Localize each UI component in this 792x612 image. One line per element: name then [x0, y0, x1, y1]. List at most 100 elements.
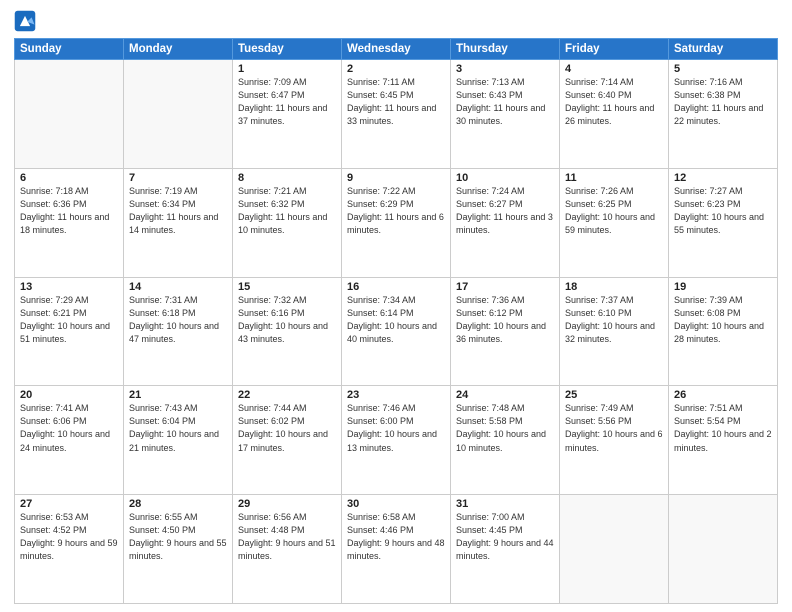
calendar-cell: 5Sunrise: 7:16 AM Sunset: 6:38 PM Daylig… [669, 60, 778, 169]
day-number: 7 [129, 172, 227, 184]
day-detail: Sunrise: 7:00 AM Sunset: 4:45 PM Dayligh… [456, 511, 554, 563]
calendar-cell: 15Sunrise: 7:32 AM Sunset: 6:16 PM Dayli… [233, 277, 342, 386]
day-number: 30 [347, 498, 445, 510]
day-detail: Sunrise: 7:51 AM Sunset: 5:54 PM Dayligh… [674, 402, 772, 454]
day-number: 14 [129, 281, 227, 293]
calendar-cell: 4Sunrise: 7:14 AM Sunset: 6:40 PM Daylig… [560, 60, 669, 169]
day-number: 23 [347, 389, 445, 401]
day-detail: Sunrise: 7:44 AM Sunset: 6:02 PM Dayligh… [238, 402, 336, 454]
day-detail: Sunrise: 7:31 AM Sunset: 6:18 PM Dayligh… [129, 294, 227, 346]
day-detail: Sunrise: 7:21 AM Sunset: 6:32 PM Dayligh… [238, 185, 336, 237]
day-number: 8 [238, 172, 336, 184]
calendar-cell [669, 495, 778, 604]
day-number: 31 [456, 498, 554, 510]
day-number: 19 [674, 281, 772, 293]
weekday-sunday: Sunday [15, 39, 124, 60]
day-number: 2 [347, 63, 445, 75]
calendar-cell: 1Sunrise: 7:09 AM Sunset: 6:47 PM Daylig… [233, 60, 342, 169]
day-number: 28 [129, 498, 227, 510]
calendar-cell: 26Sunrise: 7:51 AM Sunset: 5:54 PM Dayli… [669, 386, 778, 495]
page-header [14, 10, 778, 32]
calendar-cell: 29Sunrise: 6:56 AM Sunset: 4:48 PM Dayli… [233, 495, 342, 604]
calendar-cell: 13Sunrise: 7:29 AM Sunset: 6:21 PM Dayli… [15, 277, 124, 386]
calendar-cell: 16Sunrise: 7:34 AM Sunset: 6:14 PM Dayli… [342, 277, 451, 386]
calendar-cell: 30Sunrise: 6:58 AM Sunset: 4:46 PM Dayli… [342, 495, 451, 604]
calendar-cell: 12Sunrise: 7:27 AM Sunset: 6:23 PM Dayli… [669, 168, 778, 277]
day-number: 6 [20, 172, 118, 184]
day-detail: Sunrise: 7:41 AM Sunset: 6:06 PM Dayligh… [20, 402, 118, 454]
weekday-monday: Monday [124, 39, 233, 60]
day-detail: Sunrise: 7:19 AM Sunset: 6:34 PM Dayligh… [129, 185, 227, 237]
weekday-saturday: Saturday [669, 39, 778, 60]
calendar-cell: 27Sunrise: 6:53 AM Sunset: 4:52 PM Dayli… [15, 495, 124, 604]
day-detail: Sunrise: 7:29 AM Sunset: 6:21 PM Dayligh… [20, 294, 118, 346]
calendar-cell: 8Sunrise: 7:21 AM Sunset: 6:32 PM Daylig… [233, 168, 342, 277]
calendar-cell: 20Sunrise: 7:41 AM Sunset: 6:06 PM Dayli… [15, 386, 124, 495]
weekday-friday: Friday [560, 39, 669, 60]
calendar-cell: 25Sunrise: 7:49 AM Sunset: 5:56 PM Dayli… [560, 386, 669, 495]
calendar-body: 1Sunrise: 7:09 AM Sunset: 6:47 PM Daylig… [15, 60, 778, 604]
calendar-cell [560, 495, 669, 604]
day-detail: Sunrise: 6:56 AM Sunset: 4:48 PM Dayligh… [238, 511, 336, 563]
day-number: 26 [674, 389, 772, 401]
day-detail: Sunrise: 7:16 AM Sunset: 6:38 PM Dayligh… [674, 76, 772, 128]
weekday-thursday: Thursday [451, 39, 560, 60]
day-detail: Sunrise: 7:36 AM Sunset: 6:12 PM Dayligh… [456, 294, 554, 346]
day-detail: Sunrise: 7:27 AM Sunset: 6:23 PM Dayligh… [674, 185, 772, 237]
day-detail: Sunrise: 7:22 AM Sunset: 6:29 PM Dayligh… [347, 185, 445, 237]
day-number: 11 [565, 172, 663, 184]
calendar-cell: 24Sunrise: 7:48 AM Sunset: 5:58 PM Dayli… [451, 386, 560, 495]
calendar-week-2: 13Sunrise: 7:29 AM Sunset: 6:21 PM Dayli… [15, 277, 778, 386]
day-number: 29 [238, 498, 336, 510]
calendar-cell: 28Sunrise: 6:55 AM Sunset: 4:50 PM Dayli… [124, 495, 233, 604]
calendar-week-3: 20Sunrise: 7:41 AM Sunset: 6:06 PM Dayli… [15, 386, 778, 495]
day-detail: Sunrise: 7:46 AM Sunset: 6:00 PM Dayligh… [347, 402, 445, 454]
calendar-cell: 7Sunrise: 7:19 AM Sunset: 6:34 PM Daylig… [124, 168, 233, 277]
day-number: 22 [238, 389, 336, 401]
calendar-cell: 21Sunrise: 7:43 AM Sunset: 6:04 PM Dayli… [124, 386, 233, 495]
day-detail: Sunrise: 7:48 AM Sunset: 5:58 PM Dayligh… [456, 402, 554, 454]
calendar-cell: 10Sunrise: 7:24 AM Sunset: 6:27 PM Dayli… [451, 168, 560, 277]
calendar-cell [124, 60, 233, 169]
day-number: 10 [456, 172, 554, 184]
calendar-cell: 17Sunrise: 7:36 AM Sunset: 6:12 PM Dayli… [451, 277, 560, 386]
calendar-header: SundayMondayTuesdayWednesdayThursdayFrid… [15, 39, 778, 60]
day-detail: Sunrise: 6:53 AM Sunset: 4:52 PM Dayligh… [20, 511, 118, 563]
calendar-week-1: 6Sunrise: 7:18 AM Sunset: 6:36 PM Daylig… [15, 168, 778, 277]
day-detail: Sunrise: 6:58 AM Sunset: 4:46 PM Dayligh… [347, 511, 445, 563]
day-number: 17 [456, 281, 554, 293]
calendar-cell: 3Sunrise: 7:13 AM Sunset: 6:43 PM Daylig… [451, 60, 560, 169]
day-detail: Sunrise: 7:18 AM Sunset: 6:36 PM Dayligh… [20, 185, 118, 237]
calendar-cell: 19Sunrise: 7:39 AM Sunset: 6:08 PM Dayli… [669, 277, 778, 386]
day-number: 20 [20, 389, 118, 401]
weekday-tuesday: Tuesday [233, 39, 342, 60]
calendar-table: SundayMondayTuesdayWednesdayThursdayFrid… [14, 38, 778, 604]
day-number: 4 [565, 63, 663, 75]
day-detail: Sunrise: 7:13 AM Sunset: 6:43 PM Dayligh… [456, 76, 554, 128]
calendar-cell: 23Sunrise: 7:46 AM Sunset: 6:00 PM Dayli… [342, 386, 451, 495]
day-detail: Sunrise: 7:09 AM Sunset: 6:47 PM Dayligh… [238, 76, 336, 128]
calendar-cell: 31Sunrise: 7:00 AM Sunset: 4:45 PM Dayli… [451, 495, 560, 604]
day-detail: Sunrise: 7:49 AM Sunset: 5:56 PM Dayligh… [565, 402, 663, 454]
logo-icon [14, 10, 36, 32]
weekday-wednesday: Wednesday [342, 39, 451, 60]
calendar-cell: 9Sunrise: 7:22 AM Sunset: 6:29 PM Daylig… [342, 168, 451, 277]
day-detail: Sunrise: 7:37 AM Sunset: 6:10 PM Dayligh… [565, 294, 663, 346]
calendar-week-4: 27Sunrise: 6:53 AM Sunset: 4:52 PM Dayli… [15, 495, 778, 604]
day-detail: Sunrise: 7:43 AM Sunset: 6:04 PM Dayligh… [129, 402, 227, 454]
day-detail: Sunrise: 7:32 AM Sunset: 6:16 PM Dayligh… [238, 294, 336, 346]
day-number: 25 [565, 389, 663, 401]
day-number: 1 [238, 63, 336, 75]
day-number: 24 [456, 389, 554, 401]
day-number: 15 [238, 281, 336, 293]
day-detail: Sunrise: 7:39 AM Sunset: 6:08 PM Dayligh… [674, 294, 772, 346]
calendar-cell: 11Sunrise: 7:26 AM Sunset: 6:25 PM Dayli… [560, 168, 669, 277]
day-number: 18 [565, 281, 663, 293]
day-number: 27 [20, 498, 118, 510]
logo [14, 10, 38, 32]
calendar-cell: 2Sunrise: 7:11 AM Sunset: 6:45 PM Daylig… [342, 60, 451, 169]
day-detail: Sunrise: 7:34 AM Sunset: 6:14 PM Dayligh… [347, 294, 445, 346]
calendar-cell [15, 60, 124, 169]
day-number: 3 [456, 63, 554, 75]
day-detail: Sunrise: 7:14 AM Sunset: 6:40 PM Dayligh… [565, 76, 663, 128]
